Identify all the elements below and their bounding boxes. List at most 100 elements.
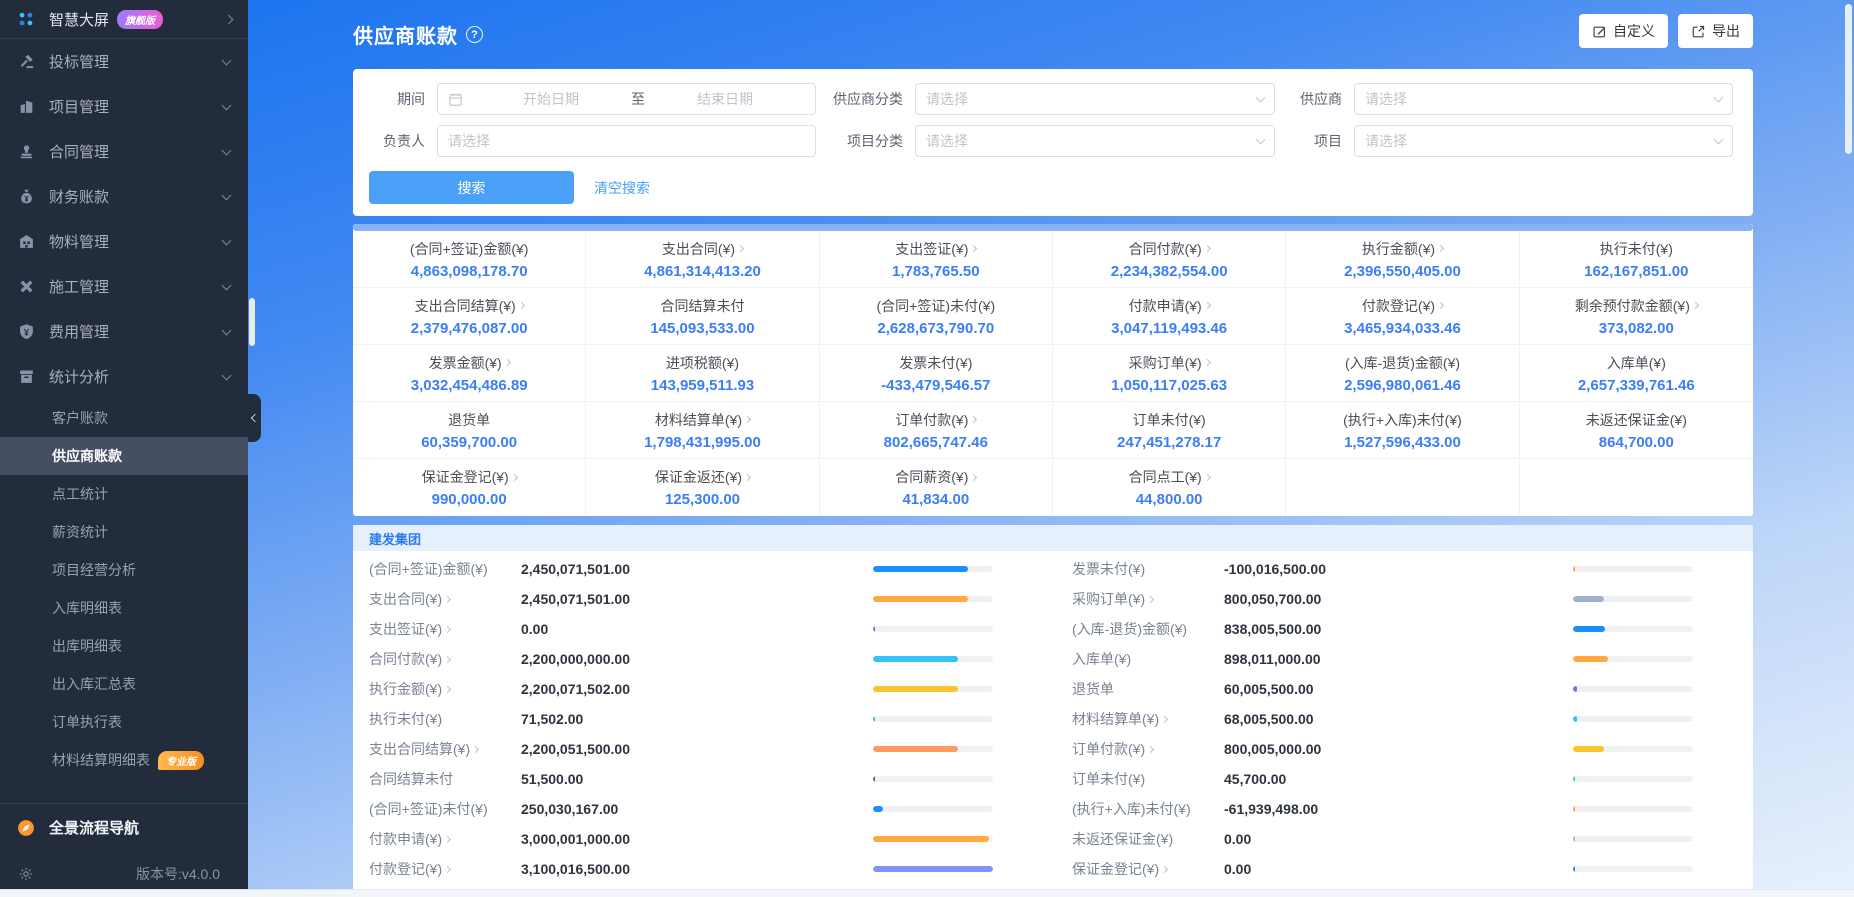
drilldown-arrow-icon[interactable] bbox=[1161, 865, 1168, 872]
sidebar-subitem-outbound-detail[interactable]: 出库明细表 bbox=[0, 627, 248, 665]
sidebar-item-material[interactable]: 物料管理 bbox=[0, 219, 248, 264]
stat-label-text: 保证金登记(¥) bbox=[422, 467, 509, 487]
stat-cell-r1c5[interactable]: 执行金额(¥)2,396,550,405.00 bbox=[1286, 231, 1519, 288]
sidebar-subitem-inout-summary[interactable]: 出入库汇总表 bbox=[0, 665, 248, 703]
progress-bar-fill bbox=[1573, 566, 1575, 572]
horizontal-scrollbar[interactable] bbox=[0, 889, 1854, 897]
project-category-select[interactable]: 请选择 bbox=[915, 125, 1275, 157]
sidebar-subitem-daywork-stats[interactable]: 点工统计 bbox=[0, 475, 248, 513]
account-label-text: (合同+签证)未付(¥) bbox=[369, 799, 488, 819]
sidebar-item-label: 项目管理 bbox=[49, 96, 217, 117]
drilldown-arrow-icon[interactable] bbox=[1204, 302, 1211, 309]
stat-cell-r1c4[interactable]: 合同付款(¥)2,234,382,554.00 bbox=[1053, 231, 1286, 288]
chevron-down-icon bbox=[1714, 135, 1724, 145]
stat-cell-r5c4[interactable]: 合同点工(¥)44,800.00 bbox=[1053, 459, 1286, 516]
sidebar-item-bid[interactable]: 投标管理 bbox=[0, 39, 248, 84]
end-date-input[interactable]: 结束日期 bbox=[645, 89, 805, 109]
drilldown-arrow-icon[interactable] bbox=[444, 625, 451, 632]
sidebar-item-expense[interactable]: 费用管理 bbox=[0, 309, 248, 354]
stat-cell-r5c1[interactable]: 保证金登记(¥)990,000.00 bbox=[353, 459, 586, 516]
export-button[interactable]: 导出 bbox=[1678, 14, 1753, 48]
help-icon[interactable]: ? bbox=[466, 26, 483, 43]
group-name[interactable]: 建发集团 bbox=[369, 529, 421, 548]
drilldown-arrow-icon[interactable] bbox=[444, 835, 451, 842]
sidebar-subitem-material-settlement-detail[interactable]: 材料结算明细表专业版 bbox=[0, 741, 248, 779]
drilldown-arrow-icon[interactable] bbox=[1204, 473, 1211, 480]
drilldown-arrow-icon[interactable] bbox=[511, 473, 518, 480]
drilldown-arrow-icon[interactable] bbox=[1204, 245, 1211, 252]
drilldown-arrow-icon[interactable] bbox=[970, 416, 977, 423]
project-icon bbox=[16, 98, 36, 115]
select-placeholder: 请选择 bbox=[448, 131, 490, 151]
sidebar-subitem-project-analysis[interactable]: 项目经营分析 bbox=[0, 551, 248, 589]
drilldown-arrow-icon[interactable] bbox=[737, 245, 744, 252]
stat-cell-r2c5[interactable]: 付款登记(¥)3,465,934,033.46 bbox=[1286, 288, 1519, 345]
drilldown-arrow-icon[interactable] bbox=[444, 595, 451, 602]
sidebar-scrollbar-thumb[interactable] bbox=[249, 298, 255, 346]
owner-select[interactable]: 请选择 bbox=[437, 125, 816, 157]
stat-label: 合同薪资(¥) bbox=[895, 467, 976, 487]
panorama-nav-item[interactable]: 全景流程导航 bbox=[0, 803, 248, 851]
stat-cell-r2c1[interactable]: 支出合同结算(¥)2,379,476,087.00 bbox=[353, 288, 586, 345]
drilldown-arrow-icon[interactable] bbox=[444, 865, 451, 872]
drilldown-arrow-icon[interactable] bbox=[744, 473, 751, 480]
stat-cell-r1c3[interactable]: 支出签证(¥)1,783,765.50 bbox=[820, 231, 1053, 288]
account-row: 合同付款(¥)2,200,000,000.00 bbox=[353, 644, 1053, 674]
stat-cell-r3c1[interactable]: 发票金额(¥)3,032,454,486.89 bbox=[353, 345, 586, 402]
drilldown-arrow-icon[interactable] bbox=[472, 745, 479, 752]
sidebar-subitem-order-execution[interactable]: 订单执行表 bbox=[0, 703, 248, 741]
drilldown-arrow-icon[interactable] bbox=[444, 685, 451, 692]
clear-search-link[interactable]: 清空搜索 bbox=[594, 178, 650, 198]
supplier-select[interactable]: 请选择 bbox=[1354, 83, 1733, 115]
drilldown-arrow-icon[interactable] bbox=[1692, 302, 1699, 309]
stat-cell-r5c3[interactable]: 合同薪资(¥)41,834.00 bbox=[820, 459, 1053, 516]
account-row: (执行+入库)未付(¥)-61,939,498.00 bbox=[1053, 794, 1753, 824]
sidebar-collapse-handle[interactable] bbox=[248, 394, 261, 442]
sidebar-item-contract[interactable]: 合同管理 bbox=[0, 129, 248, 174]
gear-icon[interactable] bbox=[16, 866, 36, 882]
drilldown-arrow-icon[interactable] bbox=[504, 359, 511, 366]
sidebar-item-stats[interactable]: 统计分析 bbox=[0, 354, 248, 399]
stat-value: 2,396,550,405.00 bbox=[1344, 263, 1461, 280]
stat-cell-r4c2[interactable]: 材料结算单(¥)1,798,431,995.00 bbox=[586, 402, 819, 459]
start-date-input[interactable]: 开始日期 bbox=[471, 89, 631, 109]
supplier-category-select[interactable]: 请选择 bbox=[915, 83, 1275, 115]
drilldown-arrow-icon[interactable] bbox=[1161, 715, 1168, 722]
horizontal-scroll-indicator[interactable] bbox=[353, 224, 1753, 231]
drilldown-arrow-icon[interactable] bbox=[970, 473, 977, 480]
customize-button[interactable]: 自定义 bbox=[1579, 14, 1668, 48]
stat-cell-r3c4[interactable]: 采购订单(¥)1,050,117,025.63 bbox=[1053, 345, 1286, 402]
drilldown-arrow-icon[interactable] bbox=[518, 302, 525, 309]
account-row: 采购订单(¥)800,050,700.00 bbox=[1053, 584, 1753, 614]
sidebar-item-finance[interactable]: 财务账款 bbox=[0, 174, 248, 219]
search-button[interactable]: 搜索 bbox=[369, 171, 574, 204]
stat-cell-r1c2[interactable]: 支出合同(¥)4,861,314,413.20 bbox=[586, 231, 819, 288]
vertical-scrollbar-thumb[interactable] bbox=[1845, 4, 1852, 154]
sidebar-subitem-inbound-detail[interactable]: 入库明细表 bbox=[0, 589, 248, 627]
sidebar-subitem-supplier-accounts[interactable]: 供应商账款 bbox=[0, 437, 248, 475]
stat-cell-r2c6[interactable]: 剩余预付款金额(¥)373,082.00 bbox=[1520, 288, 1753, 345]
sidebar-subitem-salary-stats[interactable]: 薪资统计 bbox=[0, 513, 248, 551]
project-select[interactable]: 请选择 bbox=[1354, 125, 1733, 157]
drilldown-arrow-icon[interactable] bbox=[1437, 245, 1444, 252]
drilldown-arrow-icon[interactable] bbox=[970, 245, 977, 252]
drilldown-arrow-icon[interactable] bbox=[1147, 745, 1154, 752]
sidebar-item-construction[interactable]: 施工管理 bbox=[0, 264, 248, 309]
sidebar-item-smart-screen[interactable]: 智慧大屏 旗舰版 bbox=[0, 0, 248, 39]
date-range-picker[interactable]: 开始日期 至 结束日期 bbox=[437, 83, 816, 115]
stat-cell-r2c4[interactable]: 付款申请(¥)3,047,119,493.46 bbox=[1053, 288, 1286, 345]
drilldown-arrow-icon[interactable] bbox=[444, 655, 451, 662]
account-label-text: 采购订单(¥) bbox=[1072, 589, 1145, 609]
stat-label-text: 合同薪资(¥) bbox=[895, 467, 968, 487]
sidebar-item-project[interactable]: 项目管理 bbox=[0, 84, 248, 129]
stat-cell-r5c2[interactable]: 保证金返还(¥)125,300.00 bbox=[586, 459, 819, 516]
drilldown-arrow-icon[interactable] bbox=[1204, 359, 1211, 366]
stat-cell-r4c3[interactable]: 订单付款(¥)802,665,747.46 bbox=[820, 402, 1053, 459]
sidebar-subitem-customer-accounts[interactable]: 客户账款 bbox=[0, 399, 248, 437]
stat-value: 2,657,339,761.46 bbox=[1578, 377, 1695, 394]
progress-bar-fill bbox=[873, 656, 958, 662]
progress-bar-fill bbox=[1573, 626, 1605, 632]
drilldown-arrow-icon[interactable] bbox=[744, 416, 751, 423]
drilldown-arrow-icon[interactable] bbox=[1147, 595, 1154, 602]
drilldown-arrow-icon[interactable] bbox=[1437, 302, 1444, 309]
